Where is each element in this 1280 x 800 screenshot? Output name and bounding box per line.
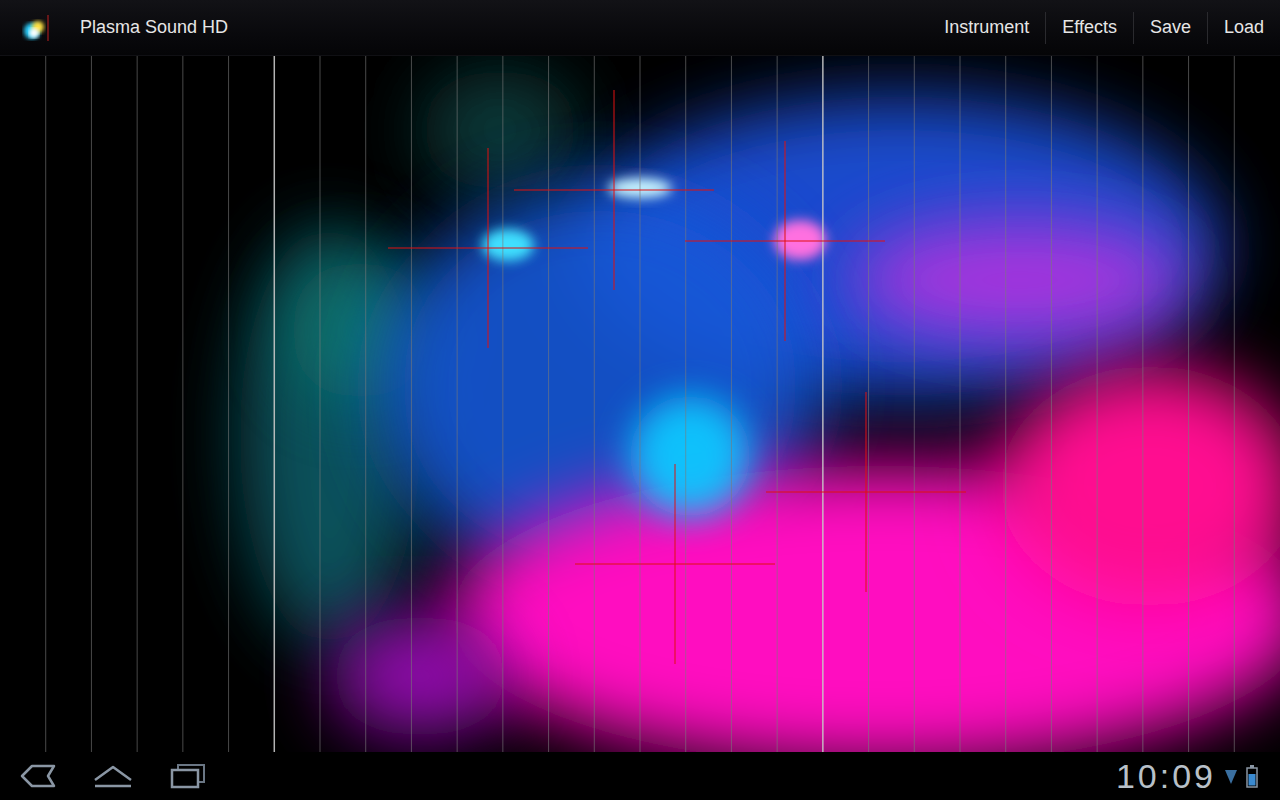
key-line: [411, 56, 412, 752]
key-line: [457, 56, 458, 752]
key-line: [1097, 56, 1098, 752]
app-title: Plasma Sound HD: [80, 14, 928, 41]
menu-item[interactable]: Instrument: [928, 12, 1045, 44]
key-line: [594, 56, 595, 752]
menu-item[interactable]: Load: [1207, 12, 1280, 44]
plasma-canvas[interactable]: [0, 56, 1280, 752]
back-icon[interactable]: [18, 762, 58, 790]
key-line: [1051, 56, 1052, 752]
plasma-blob: [330, 616, 510, 736]
key-line: [1188, 56, 1189, 752]
plasma-blob: [1000, 366, 1280, 606]
plasma-blob: [420, 70, 580, 190]
key-line: [777, 56, 778, 752]
key-line: [685, 56, 686, 752]
key-line: [640, 56, 641, 752]
plasma-blob: [482, 229, 534, 261]
action-bar: Plasma Sound HDInstrumentEffectsSaveLoad: [0, 0, 1280, 56]
menu-item[interactable]: Save: [1133, 12, 1207, 44]
touch-crosshair: [766, 392, 966, 592]
app-icon[interactable]: [18, 11, 52, 45]
plasma-blob: [850, 220, 1190, 340]
key-line: [228, 56, 229, 752]
plasma-blob: [630, 396, 750, 516]
key-line: [137, 56, 138, 752]
key-line: [365, 56, 366, 752]
key-line: [45, 56, 46, 752]
key-line: [822, 56, 824, 752]
key-line: [91, 56, 92, 752]
key-line: [182, 56, 183, 752]
plasma-blob: [774, 220, 826, 260]
key-line: [868, 56, 869, 752]
clock: 10:09: [1116, 759, 1216, 793]
key-line: [548, 56, 549, 752]
key-line: [731, 56, 732, 752]
menu-item[interactable]: Effects: [1045, 12, 1133, 44]
touch-crosshair: [685, 141, 885, 341]
key-line: [1142, 56, 1143, 752]
key-line: [1234, 56, 1235, 752]
touch-crosshair: [388, 148, 588, 348]
key-line: [1005, 56, 1006, 752]
signal-icon: [1224, 766, 1238, 786]
touch-crosshair: [575, 464, 775, 664]
battery-icon: [1246, 764, 1258, 788]
touch-crosshair: [514, 90, 714, 290]
home-icon[interactable]: [92, 762, 134, 790]
key-line: [502, 56, 503, 752]
key-line: [960, 56, 961, 752]
key-line: [274, 56, 276, 752]
app-screen: Plasma Sound HDInstrumentEffectsSaveLoad…: [0, 0, 1280, 800]
recent-apps-icon[interactable]: [168, 762, 208, 790]
key-line: [914, 56, 915, 752]
system-bar: 10:09: [0, 752, 1280, 800]
play-area[interactable]: [0, 56, 1280, 752]
key-line: [320, 56, 321, 752]
action-menu: InstrumentEffectsSaveLoad: [928, 12, 1280, 44]
